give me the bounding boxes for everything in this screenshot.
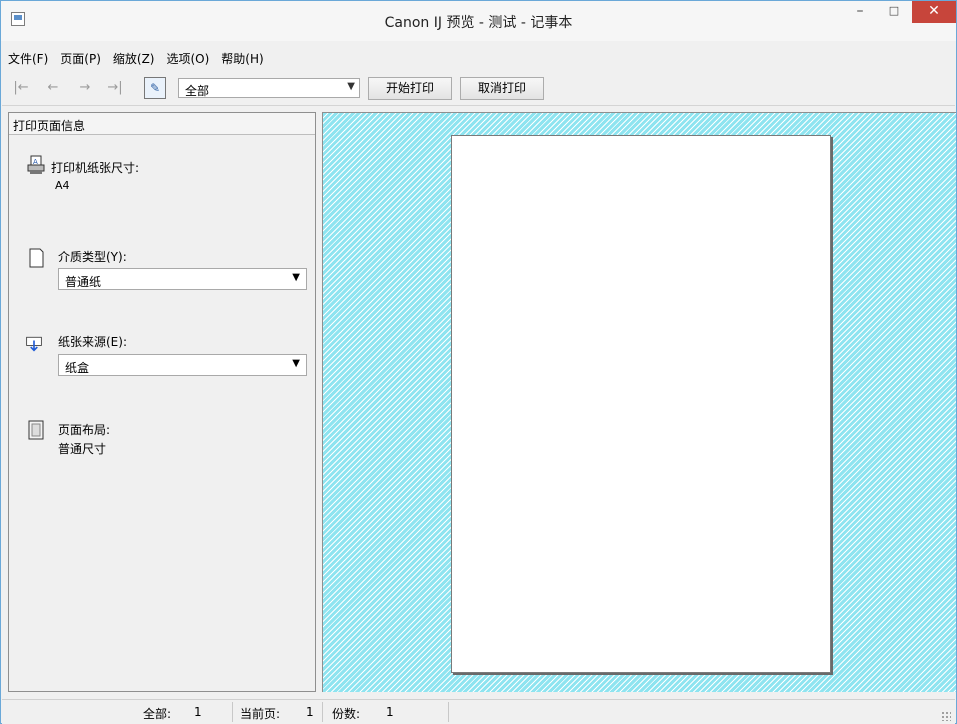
page-range-select[interactable]: 全部 ▼ bbox=[178, 78, 360, 98]
paper-source-select[interactable]: 纸盒 ▼ bbox=[58, 354, 307, 376]
menu-zoom[interactable]: 缩放(Z) bbox=[107, 46, 161, 68]
next-page-icon[interactable]: → bbox=[76, 80, 94, 96]
dropdown-arrow-icon: ▼ bbox=[292, 272, 300, 283]
menu-options[interactable]: 选项(O) bbox=[160, 46, 215, 68]
last-page-icon[interactable]: →| bbox=[106, 80, 124, 96]
total-pages-value: 1 bbox=[194, 705, 202, 719]
media-type-value: 普通纸 bbox=[65, 275, 102, 289]
layout-label: 页面布局: bbox=[58, 423, 111, 437]
dropdown-arrow-icon: ▼ bbox=[292, 358, 300, 369]
copies-value: 1 bbox=[386, 705, 394, 719]
menu-page[interactable]: 页面(P) bbox=[54, 46, 107, 68]
layout-icon bbox=[28, 420, 44, 440]
page-select-icon[interactable]: ✎ bbox=[144, 77, 166, 99]
menu-bar: 文件(F) 页面(P) 缩放(Z) 选项(O) 帮助(H) bbox=[2, 46, 270, 68]
media-icon bbox=[29, 248, 44, 268]
copies-label: 份数: bbox=[332, 707, 361, 721]
print-page-info-panel: 打印页面信息 A 打印机纸张尺寸: A4 介质类型(Y): 普通纸 ▼ 纸张来源… bbox=[8, 112, 316, 692]
maximize-button[interactable]: □ bbox=[877, 1, 911, 23]
status-bar: 全部: 1 当前页: 1 份数: 1 bbox=[2, 699, 955, 724]
close-button[interactable]: ✕ bbox=[912, 1, 956, 23]
minimize-button[interactable]: – bbox=[843, 1, 877, 23]
status-divider bbox=[232, 702, 233, 722]
menu-help[interactable]: 帮助(H) bbox=[215, 46, 269, 68]
title-bar: Canon IJ 预览 - 测试 - 记事本 – □ ✕ bbox=[1, 1, 956, 41]
start-print-button[interactable]: 开始打印 bbox=[368, 77, 452, 100]
current-page-label: 当前页: bbox=[240, 707, 281, 721]
close-icon: ✕ bbox=[928, 3, 940, 19]
minimize-icon: – bbox=[856, 3, 864, 19]
preview-area[interactable] bbox=[322, 112, 956, 692]
paper-source-icon bbox=[26, 336, 42, 352]
preview-page bbox=[451, 135, 831, 673]
paper-source-label: 纸张来源(E): bbox=[58, 335, 127, 349]
menu-file[interactable]: 文件(F) bbox=[2, 46, 54, 68]
preview-window: Canon IJ 预览 - 测试 - 记事本 – □ ✕ 文件(F) 页面(P)… bbox=[0, 0, 957, 724]
paper-size-value: A4 bbox=[55, 179, 70, 192]
paper-source-value: 纸盒 bbox=[65, 361, 90, 375]
first-page-icon[interactable]: |← bbox=[12, 80, 30, 96]
maximize-icon: □ bbox=[888, 4, 900, 17]
window-title: Canon IJ 预览 - 测试 - 记事本 bbox=[384, 15, 573, 31]
media-type-label: 介质类型(Y): bbox=[58, 250, 127, 264]
current-page-value: 1 bbox=[306, 705, 314, 719]
status-divider bbox=[448, 702, 449, 722]
total-pages-label: 全部: bbox=[143, 707, 172, 721]
media-type-select[interactable]: 普通纸 ▼ bbox=[58, 268, 307, 290]
resize-grip[interactable] bbox=[941, 711, 951, 721]
page-range-value: 全部 bbox=[185, 84, 210, 98]
paper-size-label: 打印机纸张尺寸: bbox=[51, 161, 140, 175]
panel-header: 打印页面信息 bbox=[9, 113, 315, 135]
layout-value: 普通尺寸 bbox=[58, 442, 107, 456]
cancel-print-button[interactable]: 取消打印 bbox=[460, 77, 544, 100]
status-divider bbox=[322, 702, 323, 722]
dropdown-arrow-icon: ▼ bbox=[347, 81, 355, 92]
printer-icon: A bbox=[27, 155, 45, 174]
toolbar: |← ← → →| ✎ 全部 ▼ 开始打印 取消打印 bbox=[2, 71, 955, 106]
prev-page-icon[interactable]: ← bbox=[44, 80, 62, 96]
